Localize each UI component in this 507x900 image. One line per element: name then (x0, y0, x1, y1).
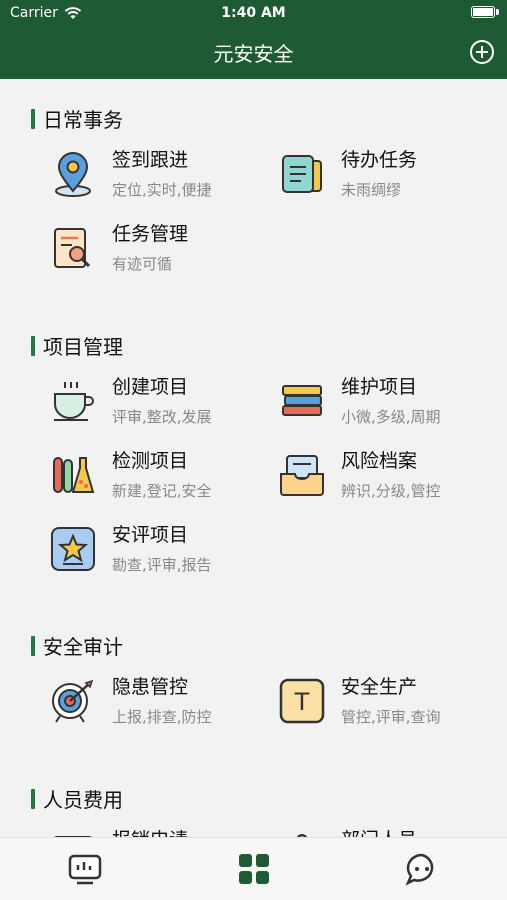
teacup-icon (54, 382, 94, 421)
item-title: 安全生产 (341, 676, 418, 698)
item-title: 检测项目 (112, 450, 189, 472)
section-bar (31, 788, 35, 809)
todo-list-icon (282, 155, 322, 193)
item-title: 待办任务 (341, 149, 418, 171)
chat-icon[interactable] (405, 852, 439, 886)
tab-bar (0, 837, 507, 900)
item-title: 任务管理 (112, 223, 189, 245)
item-create-project[interactable]: 创建项目 评审,整改,发展 (50, 372, 270, 434)
item-title: 部门人员 (341, 825, 417, 837)
item-subtitle: 未雨绸缪 (341, 181, 402, 199)
book-stack-icon (282, 385, 322, 416)
item-subtitle: 小微,多级,周期 (341, 408, 441, 426)
section-label: 安全审计 (43, 635, 123, 659)
section-title-projects: 项目管理 (31, 331, 123, 360)
section-bar (31, 335, 35, 356)
section-bar (31, 108, 35, 129)
section-title-audit: 安全审计 (31, 631, 123, 660)
battery-cap (496, 9, 499, 15)
top-header: Carrier 1:40 AM 元安安全 (0, 0, 507, 79)
item-todo[interactable]: 待办任务 未雨绸缪 (279, 145, 499, 207)
main-content: 日常事务 签到跟进 定位,实时,便捷 待办任务 未雨绸缪 任务管理 有迹可循 项… (0, 79, 507, 837)
item-subtitle: 管控,评审,查询 (341, 708, 441, 726)
grid-icon[interactable] (237, 852, 271, 886)
section-label: 日常事务 (43, 108, 123, 132)
battery-icon (471, 6, 495, 18)
item-subtitle: 新建,登记,安全 (112, 482, 212, 500)
item-title: 维护项目 (341, 376, 418, 398)
item-subtitle: 上报,排查,防控 (112, 708, 212, 726)
item-title: 隐患管控 (112, 676, 189, 698)
section-bar (31, 635, 35, 656)
item-risk-archive[interactable]: 风险档案 辨识,分级,管控 (279, 446, 499, 508)
item-subtitle: 辨识,分级,管控 (341, 482, 441, 500)
status-time: 1:40 AM (221, 5, 286, 21)
item-checkin[interactable]: 签到跟进 定位,实时,便捷 (50, 145, 270, 207)
item-expense-claim[interactable]: 报销申请 (50, 825, 270, 837)
test-tube-icon (53, 457, 95, 493)
item-subtitle: 有迹可循 (112, 255, 173, 273)
document-search-icon (54, 228, 91, 268)
section-title-personnel: 人员费用 (31, 784, 123, 813)
section-label: 项目管理 (43, 335, 123, 359)
inbox-tray-icon (280, 455, 324, 496)
item-subtitle: 勘查,评审,报告 (112, 556, 212, 574)
item-task-management[interactable]: 任务管理 有迹可循 (50, 219, 270, 281)
page-title: 元安安全 (213, 42, 294, 66)
star-badge-icon (51, 527, 95, 571)
item-safe-production[interactable]: T 安全生产 管控,评审,查询 (279, 672, 499, 734)
item-hazard-control[interactable]: 隐患管控 上报,排查,防控 (50, 672, 270, 734)
item-subtitle: 定位,实时,便捷 (112, 181, 212, 199)
item-department-staff[interactable]: 部门人员 (279, 825, 499, 837)
target-icon (52, 679, 94, 723)
item-subtitle: 评审,整改,发展 (112, 408, 212, 426)
item-safety-assessment[interactable]: 安评项目 勘查,评审,报告 (50, 520, 270, 582)
add-button[interactable] (470, 40, 494, 64)
letter-t-icon: T (279, 678, 325, 724)
item-maintain-project[interactable]: 维护项目 小微,多级,周期 (279, 372, 499, 434)
item-title: 报销申请 (112, 825, 188, 837)
item-title: 创建项目 (112, 376, 189, 398)
monitor-icon[interactable] (68, 852, 102, 886)
location-pin-icon (55, 152, 91, 197)
item-title: 安评项目 (112, 524, 189, 546)
svg-text:T: T (294, 688, 310, 716)
section-title-daily: 日常事务 (31, 104, 123, 133)
item-inspection-project[interactable]: 检测项目 新建,登记,安全 (50, 446, 270, 508)
item-title: 签到跟进 (112, 149, 189, 171)
item-title: 风险档案 (341, 450, 418, 472)
section-label: 人员费用 (43, 788, 123, 812)
